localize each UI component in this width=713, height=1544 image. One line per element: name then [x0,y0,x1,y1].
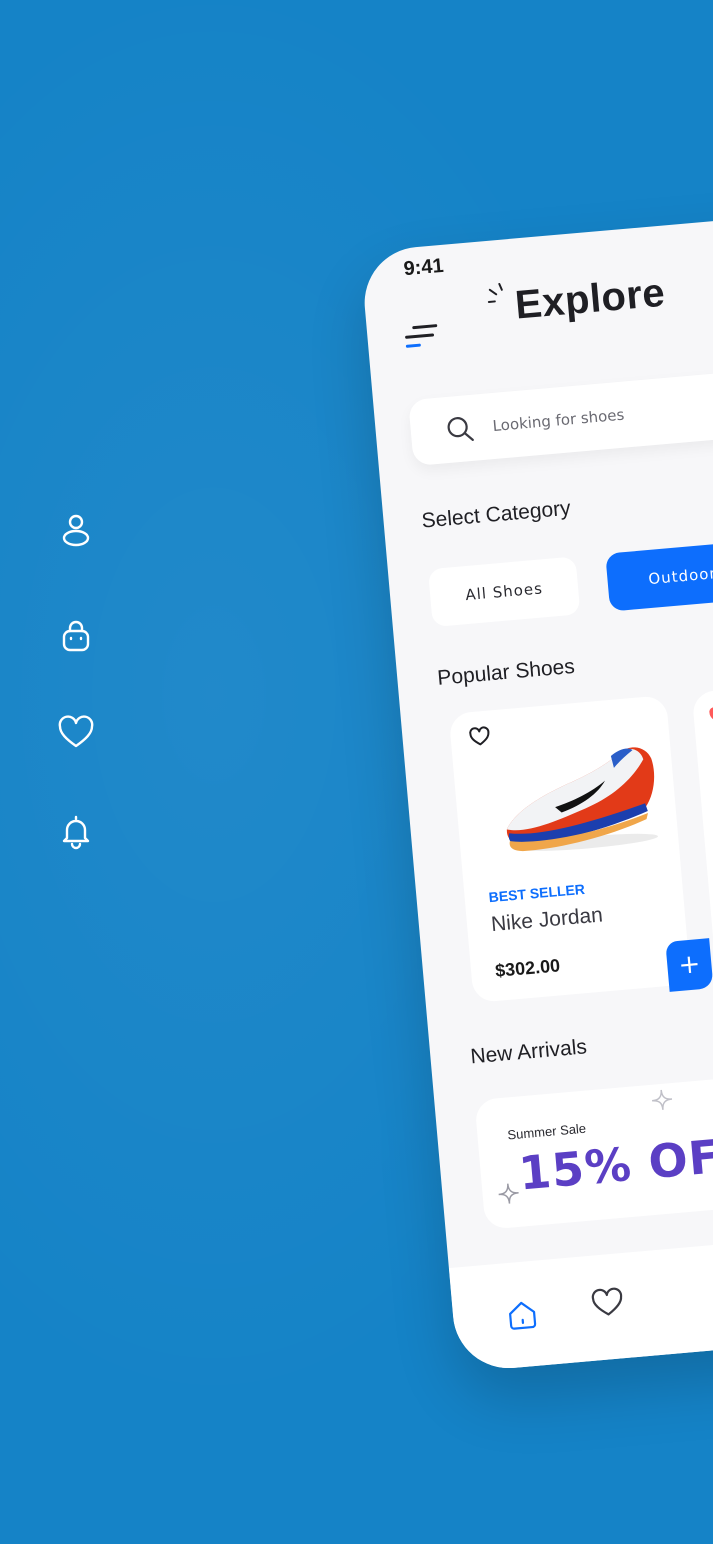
new-arrivals-title: New Arrivals [469,1035,588,1069]
favorite-icon[interactable] [468,724,492,748]
phone-screen: 9:41 Explore Select Category All Shoes O… [360,206,713,1373]
product-badge: BEST SELLER [488,880,586,906]
popular-shoes-title: Popular Shoes [436,654,576,690]
product-card[interactable]: BEST SELLER Nike Jordan $302.00 + [448,695,713,1003]
search-icon [447,417,474,441]
page-title: Explore [513,270,667,328]
shopping-bag-icon[interactable] [52,613,100,661]
product-name: Nike Jordan [490,903,604,937]
page-title-wrap: Explore [487,270,667,329]
favorite-icon-filled[interactable] [707,704,713,728]
status-time: 9:41 [402,254,445,281]
heart-icon[interactable] [52,709,100,757]
shoe-image [506,747,659,852]
product-card[interactable] [691,675,713,982]
search-input[interactable] [489,389,713,437]
sparkle-icon [498,1183,519,1204]
menu-button[interactable] [401,317,444,354]
promo-banner[interactable]: Summer Sale 15% OFF [474,1059,713,1230]
sparkle-icon [651,1089,673,1110]
product-price: $302.00 [494,955,561,981]
sparkle-icon [487,282,503,303]
profile-icon[interactable] [52,505,100,553]
bottom-nav [448,1222,713,1373]
heart-icon[interactable] [589,1285,626,1322]
bell-icon[interactable] [52,807,100,855]
category-chip-outdoor[interactable]: Outdoor [605,540,713,612]
search-box[interactable] [408,361,713,467]
promo-subtitle: Summer Sale [506,1120,587,1143]
category-chip-all-shoes[interactable]: All Shoes [427,556,581,628]
select-category-title: Select Category [420,496,572,533]
home-icon[interactable] [504,1296,541,1333]
add-to-cart-button[interactable]: + [665,938,713,992]
